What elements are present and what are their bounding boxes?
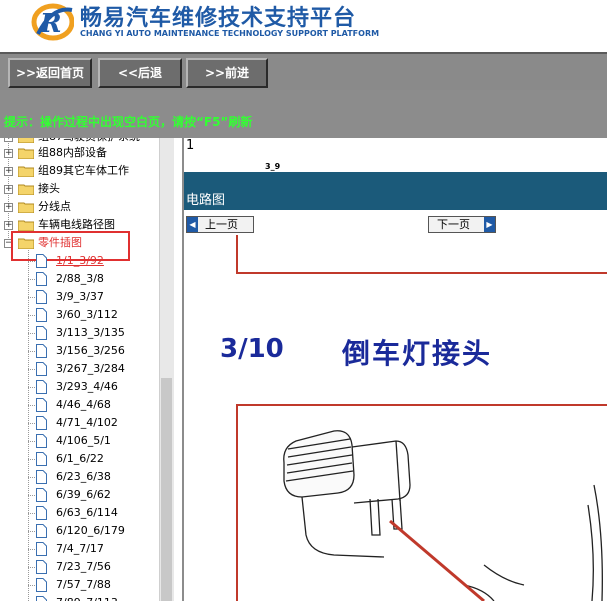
tree-line <box>28 261 35 262</box>
tree-item-label: 6/39_6/62 <box>56 488 111 501</box>
page-number: 1 <box>186 138 195 153</box>
tree-item-label: 6/120_6/179 <box>56 524 125 537</box>
section-title: 电路图 <box>186 193 226 208</box>
tree-line <box>28 333 35 334</box>
back-button[interactable]: <<后退 <box>98 58 182 88</box>
folder-icon <box>18 148 34 159</box>
app-title: 畅易汽车维修技术支持平台 <box>80 6 357 31</box>
tree-line <box>28 477 35 478</box>
tree-item-label: 3/267_3/284 <box>56 362 125 375</box>
tree-item-label: 3/60_3/112 <box>56 308 118 321</box>
tree-item-label: 4/106_5/1 <box>56 434 111 447</box>
diagram-image <box>184 235 607 601</box>
expand-icon[interactable]: + <box>4 185 13 194</box>
diagram-number: 3/10 <box>220 334 284 364</box>
folder-icon <box>18 202 34 213</box>
section-band <box>184 172 607 210</box>
tree-item-label: 3/113_3/135 <box>56 326 125 339</box>
tree-scrollbar-thumb[interactable] <box>161 378 172 601</box>
arrow-right-icon: ▶ <box>484 217 495 232</box>
tree-line <box>28 315 35 316</box>
folder-icon <box>18 166 34 177</box>
document-icon <box>36 362 47 376</box>
expand-icon[interactable]: + <box>4 221 13 230</box>
hint-bar: 提示：操作过程中出现空白页，请按“F5”刷新 <box>0 90 607 138</box>
tree-item-label: 7/89_7/113 <box>56 594 118 601</box>
tree-item-label: 7/57_7/88 <box>56 578 111 591</box>
folder-icon <box>18 138 34 143</box>
nav-bar: >>返回首页 <<后退 >>前进 <box>0 52 607 90</box>
document-icon <box>36 470 47 484</box>
diagram-small-label: 3_9 <box>265 162 281 171</box>
document-icon <box>36 506 47 520</box>
tree-panel: + 组87驾驶员保护系统 + 组88内部设备 + 组89其它车体工作 + 接头 … <box>0 138 174 601</box>
tree-item-label: 4/71_4/102 <box>56 416 118 429</box>
tree-line <box>28 441 35 442</box>
tree-item-label: 2/88_3/8 <box>56 272 104 285</box>
tree-line <box>28 423 35 424</box>
tree-item-label: 7/23_7/56 <box>56 560 111 573</box>
tree-item-label: 4/46_4/68 <box>56 398 111 411</box>
app-header: R 畅易汽车维修技术支持平台 CHANG YI AUTO MAINTENANCE… <box>0 0 607 52</box>
tree-item-label: 3/156_3/256 <box>56 344 125 357</box>
tree-line <box>28 459 35 460</box>
document-icon <box>36 596 47 601</box>
prev-page-button[interactable]: ◀ 上一页 <box>186 216 254 233</box>
tree-line <box>28 387 35 388</box>
tree-item-label: 6/63_6/114 <box>56 506 118 519</box>
document-icon <box>36 542 47 556</box>
tree-item-label: 3/293_4/46 <box>56 380 118 393</box>
app-subtitle: CHANG YI AUTO MAINTENANCE TECHNOLOGY SUP… <box>80 29 380 38</box>
tree-line <box>28 297 35 298</box>
document-icon <box>36 344 47 358</box>
hint-text: 提示：操作过程中出现空白页，请按“F5”刷新 <box>4 115 253 129</box>
next-page-button[interactable]: 下一页 ▶ <box>428 216 496 233</box>
document-icon <box>36 488 47 502</box>
expand-icon[interactable]: + <box>4 149 13 158</box>
tree-line <box>28 495 35 496</box>
document-icon <box>36 380 47 394</box>
document-icon <box>36 254 47 268</box>
expand-icon[interactable]: + <box>4 167 13 176</box>
document-icon <box>36 452 47 466</box>
tree-line <box>28 531 35 532</box>
tree-item-label: 3/9_3/37 <box>56 290 104 303</box>
tree-line <box>28 405 35 406</box>
tree-line <box>28 279 35 280</box>
tree-item-label: 1/1_3/92 <box>56 254 104 267</box>
document-icon <box>36 290 47 304</box>
document-icon <box>36 308 47 322</box>
folder-icon <box>18 220 34 231</box>
document-icon <box>36 326 47 340</box>
tree-line <box>28 585 35 586</box>
document-icon <box>36 524 47 538</box>
document-icon <box>36 434 47 448</box>
home-button[interactable]: >>返回首页 <box>8 58 92 88</box>
tree-item-label: 6/1_6/22 <box>56 452 104 465</box>
tree-item-label: 7/4_7/17 <box>56 542 104 555</box>
logo-letter: R <box>39 9 62 39</box>
expand-icon[interactable]: + <box>4 203 13 212</box>
document-icon <box>36 560 47 574</box>
tree-line <box>28 369 35 370</box>
tree-line <box>28 567 35 568</box>
tree-line <box>28 351 35 352</box>
arrow-left-icon: ◀ <box>187 217 198 232</box>
document-icon <box>36 578 47 592</box>
expand-icon[interactable]: + <box>4 138 13 142</box>
diagram-title: 倒车灯接头 <box>342 337 493 370</box>
document-icon <box>36 272 47 286</box>
folder-icon <box>18 184 34 195</box>
document-icon <box>36 398 47 412</box>
cy-logo-icon: R <box>31 3 74 41</box>
forward-button[interactable]: >>前进 <box>186 58 268 88</box>
connector-diagram <box>236 235 607 601</box>
tree-line <box>28 513 35 514</box>
content-panel: 1 电路图 ◀ 上一页 下一页 ▶ 3_9 3/10 倒车灯接头 <box>182 138 607 601</box>
document-icon <box>36 416 47 430</box>
tree-item-label: 6/23_6/38 <box>56 470 111 483</box>
tree-line <box>28 549 35 550</box>
